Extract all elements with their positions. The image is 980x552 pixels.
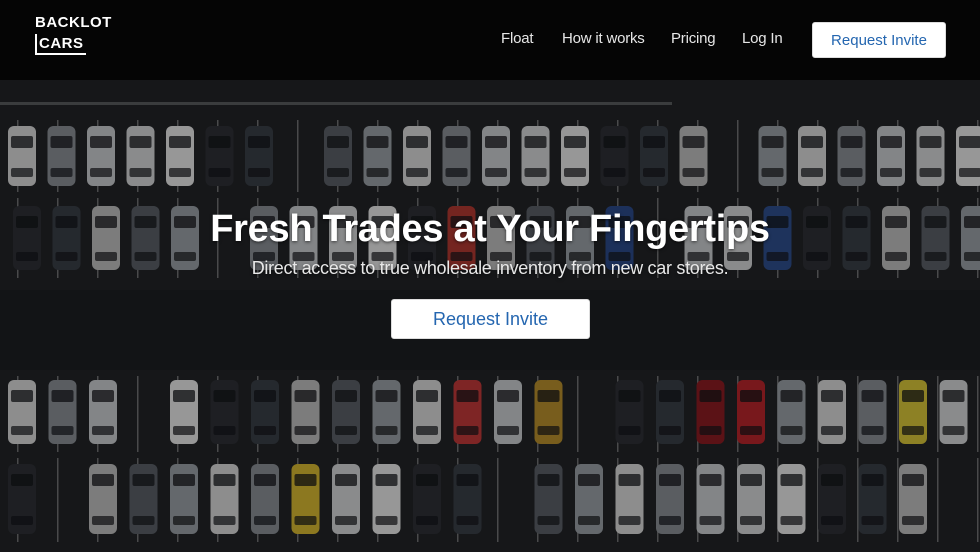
nav-link-float[interactable]: Float — [501, 30, 534, 47]
nav-link-log-in[interactable]: Log In — [742, 30, 783, 47]
nav-link-how-it-works[interactable]: How it works — [562, 30, 645, 47]
hero-headline: Fresh Trades at Your Fingertips — [210, 208, 770, 250]
request-invite-button-hero[interactable]: Request Invite — [391, 299, 590, 339]
hero-section: Fresh Trades at Your Fingertips Direct a… — [0, 80, 980, 552]
logo-line-2: CARS — [35, 34, 86, 55]
logo-line-1: BACKLOT — [35, 14, 112, 31]
nav-link-pricing[interactable]: Pricing — [671, 30, 716, 47]
top-nav-bar: BACKLOT CARS Float How it works Pricing … — [0, 0, 980, 80]
hero-subheadline: Direct access to true wholesale inventor… — [251, 258, 729, 278]
backlot-cars-logo[interactable]: BACKLOT CARS — [35, 15, 112, 55]
request-invite-button-header[interactable]: Request Invite — [812, 22, 946, 58]
